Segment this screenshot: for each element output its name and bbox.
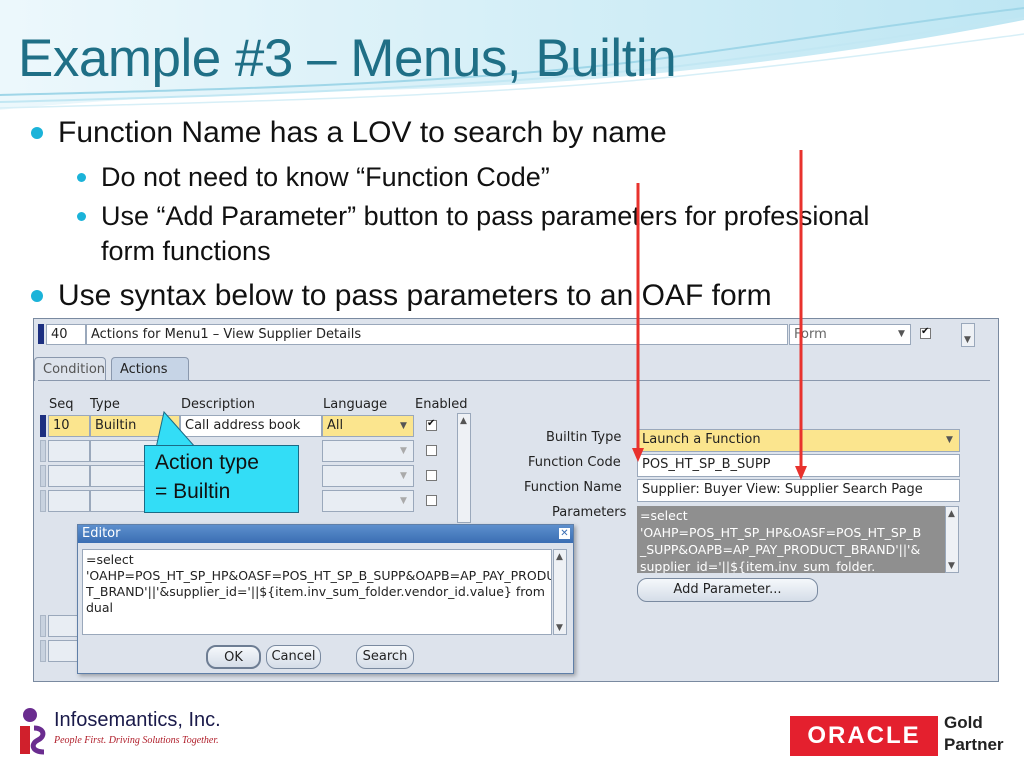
oracle-wordmark: ORACLE: [790, 716, 938, 756]
company-name: Infosemantics, Inc.: [54, 709, 221, 731]
infosemantics-mark-icon: [20, 708, 46, 755]
partner-line-gold: Gold: [944, 713, 983, 732]
arrow-head: [795, 466, 807, 480]
annotation-arrows: [632, 150, 807, 480]
company-tagline: People First. Driving Solutions Together…: [54, 735, 219, 746]
partner-line-partner: Partner: [944, 735, 1004, 754]
infosemantics-logo: Infosemantics, Inc. People First. Drivin…: [6, 702, 240, 762]
arrow-head: [632, 448, 644, 462]
oracle-gold-partner-logo: ORACLE Gold Partner: [786, 710, 1006, 762]
